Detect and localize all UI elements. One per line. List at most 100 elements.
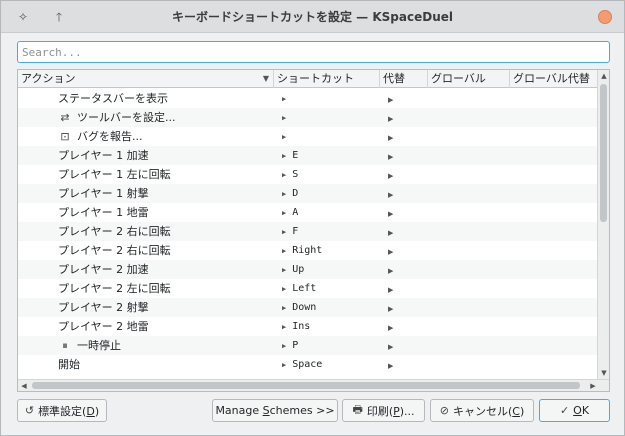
alternate-cell[interactable]: ▶	[384, 355, 424, 374]
alternate-cell[interactable]: ▶	[384, 127, 424, 146]
expand-arrow-icon: ▶	[388, 305, 394, 313]
action-label: 開始	[58, 358, 80, 371]
shortcut-cell[interactable]: ▶ E	[278, 146, 378, 165]
table-row[interactable]: プレイヤー 1 左に回転 ▶ S ▶	[18, 165, 598, 184]
action-icon: ⇄	[60, 111, 70, 124]
action-cell: プレイヤー 1 加速	[58, 146, 273, 165]
alternate-cell[interactable]: ▶	[384, 260, 424, 279]
shortcut-cell[interactable]: ▶ Ins	[278, 317, 378, 336]
table-row[interactable]: ⊡ バグを報告... ▶ ▶	[18, 127, 598, 146]
table-row[interactable]: プレイヤー 2 地雷 ▶ Ins ▶	[18, 317, 598, 336]
table-row[interactable]: プレイヤー 2 右に回転 ▶ Right ▶	[18, 241, 598, 260]
defaults-button[interactable]: ↺ 標準設定(D)	[17, 399, 107, 422]
expand-arrow-icon: ▶	[282, 228, 287, 236]
expand-arrow-icon: ▶	[388, 362, 394, 370]
expand-arrow-icon: ▶	[388, 115, 394, 123]
shortcut-cell[interactable]: ▶ Up	[278, 260, 378, 279]
table-row[interactable]: プレイヤー 1 射撃 ▶ D ▶	[18, 184, 598, 203]
shortcut-cell[interactable]: ▶ Space	[278, 355, 378, 374]
expand-arrow-icon: ▶	[282, 323, 287, 331]
alternate-cell[interactable]: ▶	[384, 184, 424, 203]
shortcut-value: P	[292, 340, 299, 351]
shortcut-cell[interactable]: ▶ Right	[278, 241, 378, 260]
table-row[interactable]: プレイヤー 2 左に回転 ▶ Left ▶	[18, 279, 598, 298]
window-title: キーボードショートカットを設定 — KSpaceDuel	[172, 10, 453, 24]
action-cell: ⊡ バグを報告...	[58, 127, 273, 146]
table-row[interactable]: プレイヤー 2 射撃 ▶ Down ▶	[18, 298, 598, 317]
alternate-cell[interactable]: ▶	[384, 279, 424, 298]
cancel-button[interactable]: ⊘ キャンセル(C)	[430, 399, 534, 422]
alternate-cell[interactable]: ▶	[384, 298, 424, 317]
action-label: プレイヤー 1 射撃	[58, 187, 149, 200]
vertical-scrollbar[interactable]: ▲ ▼	[597, 70, 609, 379]
table-row[interactable]: 開始 ▶ Space ▶	[18, 355, 598, 374]
expand-arrow-icon: ▶	[282, 133, 287, 141]
action-label: 一時停止	[77, 339, 121, 352]
action-label: ツールバーを設定...	[77, 111, 176, 124]
alternate-cell[interactable]: ▶	[384, 241, 424, 260]
horizontal-scrollbar[interactable]: ◀ ▶	[18, 379, 609, 391]
table-row[interactable]: プレイヤー 1 地雷 ▶ A ▶	[18, 203, 598, 222]
action-label: プレイヤー 2 右に回転	[58, 244, 171, 257]
expand-arrow-icon: ▶	[282, 95, 287, 103]
expand-arrow-icon: ▶	[282, 247, 287, 255]
alternate-cell[interactable]: ▶	[384, 336, 424, 355]
shortcut-cell[interactable]: ▶ Left	[278, 279, 378, 298]
shortcut-cell[interactable]: ▶ P	[278, 336, 378, 355]
alternate-cell[interactable]: ▶	[384, 165, 424, 184]
alternate-cell[interactable]: ▶	[384, 146, 424, 165]
alternate-cell[interactable]: ▶	[384, 108, 424, 127]
column-header-action[interactable]: アクション ▼	[18, 70, 274, 88]
expand-arrow-icon: ▶	[282, 209, 287, 217]
table-row[interactable]: プレイヤー 2 加速 ▶ Up ▶	[18, 260, 598, 279]
action-label: プレイヤー 1 地雷	[58, 206, 149, 219]
action-cell: プレイヤー 2 右に回転	[58, 241, 273, 260]
column-header-alternate[interactable]: 代替	[380, 70, 428, 88]
shortcut-cell[interactable]: ▶ Down	[278, 298, 378, 317]
scroll-left-icon[interactable]: ◀	[18, 380, 30, 391]
close-button[interactable]	[598, 10, 612, 24]
shortcut-cell[interactable]: ▶	[278, 108, 378, 127]
shortcut-cell[interactable]: ▶	[278, 89, 378, 108]
table-row[interactable]: プレイヤー 2 右に回転 ▶ F ▶	[18, 222, 598, 241]
alternate-cell[interactable]: ▶	[384, 89, 424, 108]
column-header-global[interactable]: グローバル	[428, 70, 510, 88]
action-label: プレイヤー 2 地雷	[58, 320, 149, 333]
expand-arrow-icon: ▶	[282, 152, 287, 160]
ok-button[interactable]: ✓ OK	[539, 399, 610, 422]
table-row[interactable]: ステータスバーを表示 ▶ ▶	[18, 89, 598, 108]
action-icon: ⏸	[62, 339, 68, 352]
print-button[interactable]: 🖶 印刷(P)...	[342, 399, 425, 422]
expand-arrow-icon: ▶	[388, 248, 394, 256]
scroll-right-icon[interactable]: ▶	[587, 380, 599, 391]
table-row[interactable]: ⇄ ツールバーを設定... ▶ ▶	[18, 108, 598, 127]
alternate-cell[interactable]: ▶	[384, 203, 424, 222]
shortcut-cell[interactable]: ▶ A	[278, 203, 378, 222]
shortcut-cell[interactable]: ▶ D	[278, 184, 378, 203]
scroll-thumb[interactable]	[600, 84, 607, 222]
column-header-shortcut[interactable]: ショートカット	[274, 70, 380, 88]
table-row[interactable]: プレイヤー 1 加速 ▶ E ▶	[18, 146, 598, 165]
action-label: バグを報告...	[77, 130, 143, 143]
shortcut-cell[interactable]: ▶ S	[278, 165, 378, 184]
action-icon: ⊡	[60, 130, 70, 143]
shortcut-value: Down	[292, 302, 317, 313]
expand-arrow-icon: ▶	[282, 266, 287, 274]
horizontal-scroll-thumb[interactable]	[32, 382, 580, 389]
action-cell: プレイヤー 2 左に回転	[58, 279, 273, 298]
shortcut-cell[interactable]: ▶	[278, 127, 378, 146]
sort-down-icon: ▼	[262, 74, 269, 83]
table-row[interactable]: ⏸ 一時停止 ▶ P ▶	[18, 336, 598, 355]
expand-arrow-icon: ▶	[388, 96, 394, 104]
check-icon: ✓	[559, 404, 570, 417]
scroll-down-icon[interactable]: ▼	[598, 367, 609, 379]
search-input[interactable]	[17, 41, 610, 63]
manage-schemes-button[interactable]: Manage Schemes >>	[212, 399, 338, 422]
shortcut-value: D	[292, 188, 299, 199]
scroll-up-icon[interactable]: ▲	[598, 70, 609, 82]
alternate-cell[interactable]: ▶	[384, 317, 424, 336]
shortcut-cell[interactable]: ▶ F	[278, 222, 378, 241]
action-cell: プレイヤー 1 左に回転	[58, 165, 273, 184]
column-header-global-alternate[interactable]: グローバル代替	[510, 70, 598, 88]
alternate-cell[interactable]: ▶	[384, 222, 424, 241]
